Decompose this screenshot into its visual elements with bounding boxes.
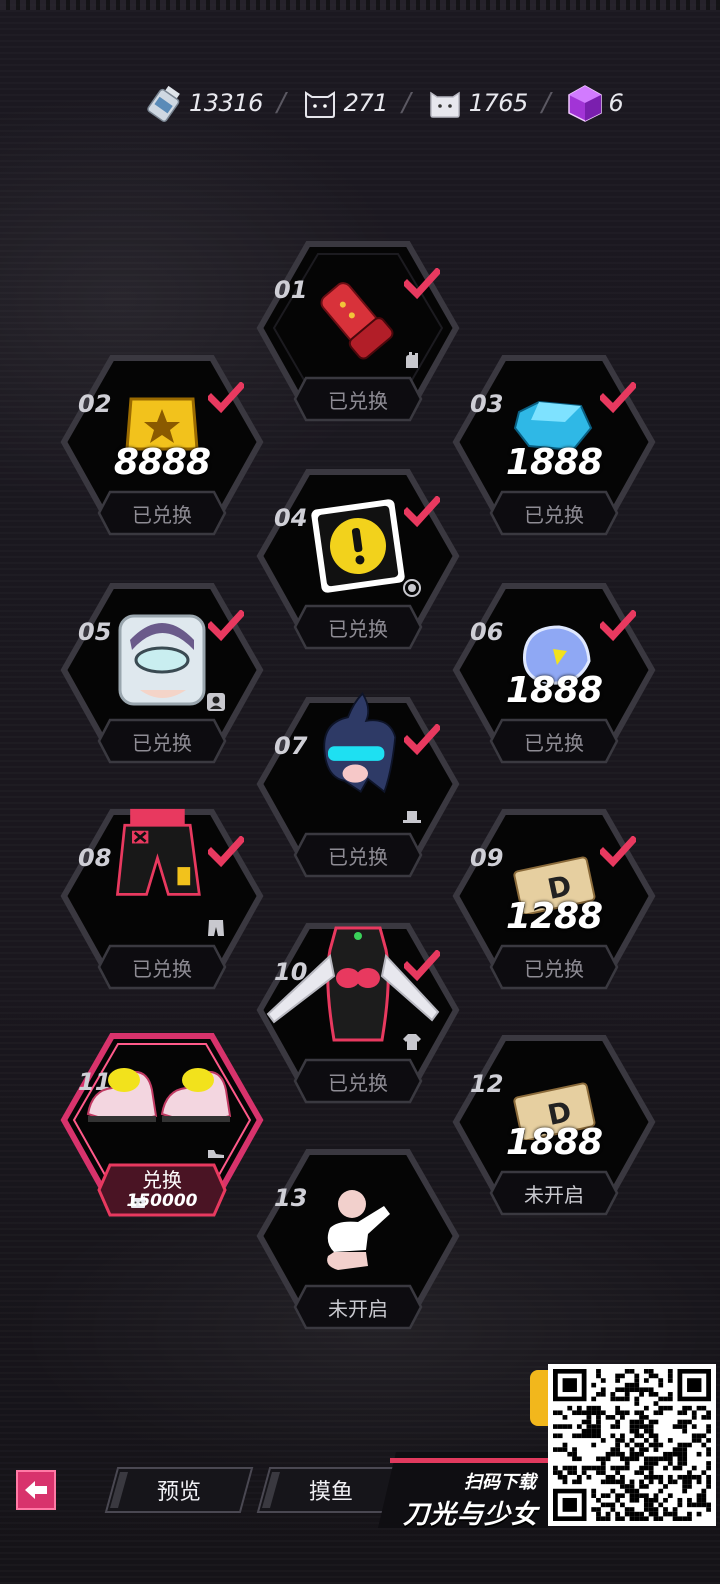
reward-tile-02[interactable]: 02 8888 已兑换 xyxy=(60,352,264,548)
currency-bar: 13316 / 271 / 1765 / 6 xyxy=(145,78,624,128)
status-label: 已兑换 xyxy=(96,943,228,991)
redeem-cost-value: 150000 xyxy=(126,1191,198,1211)
yellow-sneakers-icon xyxy=(82,1060,242,1140)
red-shorts-icon xyxy=(112,798,212,918)
bottle-currency-icon xyxy=(145,83,185,123)
status-label: 已兑换 xyxy=(292,1057,424,1105)
reward-quantity: 1888 xyxy=(505,1122,603,1163)
currency-white-cat: 1765 xyxy=(425,83,528,123)
avatar-portrait-icon xyxy=(112,610,212,710)
redeem-button[interactable]: 兑换 150000 xyxy=(96,1162,228,1218)
status-label: 已兑换 xyxy=(96,717,228,765)
tile-number: 08 xyxy=(78,844,112,872)
status-label: 未开启 xyxy=(292,1283,424,1331)
side-tab[interactable] xyxy=(530,1370,550,1426)
portrait-icon xyxy=(207,693,225,711)
shirt-icon xyxy=(403,1034,421,1050)
reward-tile-08[interactable]: 08 已兑换 xyxy=(60,806,264,1002)
reward-tile-04[interactable]: 04 已兑换 xyxy=(256,466,460,662)
blue-hair-visor-icon xyxy=(308,684,408,814)
exclamation-emote-icon xyxy=(308,496,408,596)
download-qr-code[interactable] xyxy=(548,1364,716,1526)
reward-tile-12[interactable]: 12 D 1888 未开启 xyxy=(452,1032,656,1228)
reward-tile-11[interactable]: 11 兑换 150000 xyxy=(60,1030,264,1226)
tile-number: 09 xyxy=(470,844,504,872)
tile-number: 05 xyxy=(78,618,112,646)
status-label: 未开启 xyxy=(488,1169,620,1217)
hat-icon xyxy=(403,811,421,823)
back-arrow-icon xyxy=(25,1481,47,1499)
currency-separator: / xyxy=(541,88,551,118)
tile-number: 04 xyxy=(274,504,308,532)
dark-cat-token-value: 271 xyxy=(343,89,389,117)
scan-download-text: 扫码下载 xyxy=(464,1472,536,1493)
currency-purple-cube: 6 xyxy=(565,83,624,123)
check-icon xyxy=(600,836,636,868)
preview-label: 预览 xyxy=(156,1480,201,1505)
promo-stripe xyxy=(390,1458,548,1463)
tile-number: 13 xyxy=(274,1184,308,1212)
check-icon xyxy=(208,382,244,414)
tile-number: 06 xyxy=(470,618,504,646)
tile-number: 07 xyxy=(274,732,308,760)
fish-label: 摸鱼 xyxy=(308,1480,353,1505)
purple-cube-value: 6 xyxy=(608,89,624,117)
reward-quantity: 1888 xyxy=(505,670,603,711)
target-icon xyxy=(403,579,421,597)
currency-separator: / xyxy=(401,88,411,118)
reward-quantity: 8888 xyxy=(113,442,211,483)
status-label: 已兑换 xyxy=(292,603,424,651)
glove-icon xyxy=(406,352,418,368)
currency-bottle: 13316 xyxy=(145,83,263,123)
shoe-icon xyxy=(208,1150,224,1158)
game-name-text: 刀光与少女 xyxy=(402,1500,538,1530)
dark-cat-token-icon xyxy=(300,83,340,123)
black-top-icon xyxy=(262,920,454,1044)
status-label: 已兑换 xyxy=(488,717,620,765)
red-gauntlet-icon xyxy=(308,268,408,368)
currency-separator: / xyxy=(276,88,286,118)
reward-tile-03[interactable]: 03 1888 已兑换 xyxy=(452,352,656,548)
reward-tile-07[interactable]: 07 已兑换 xyxy=(256,692,460,890)
reward-tile-05[interactable]: 05 已兑换 xyxy=(60,580,264,776)
status-label: 已兑换 xyxy=(488,489,620,537)
tile-number: 12 xyxy=(470,1070,504,1098)
tile-number: 02 xyxy=(78,390,112,418)
bottle-currency-value: 13316 xyxy=(189,89,263,117)
back-button[interactable] xyxy=(16,1470,56,1510)
status-label: 已兑换 xyxy=(488,943,620,991)
purple-cube-icon xyxy=(565,83,605,123)
check-icon xyxy=(404,496,440,528)
white-cat-token-icon xyxy=(425,83,465,123)
currency-dark-cat: 271 xyxy=(300,83,388,123)
download-promo[interactable]: 扫码下载 刀光与少女 xyxy=(378,1450,548,1530)
pants-icon xyxy=(208,920,224,936)
check-icon xyxy=(600,610,636,642)
reward-quantity: 1288 xyxy=(505,896,603,937)
tile-number: 01 xyxy=(274,276,308,304)
tile-number: 03 xyxy=(470,390,504,418)
reward-tile-13[interactable]: 13 未开启 xyxy=(256,1146,460,1342)
top-border xyxy=(0,0,720,10)
check-icon xyxy=(208,610,244,642)
check-icon xyxy=(600,382,636,414)
check-icon xyxy=(208,836,244,868)
preview-button[interactable]: 预览 xyxy=(104,1466,254,1514)
status-label: 已兑换 xyxy=(96,489,228,537)
reward-tile-10[interactable]: 10 已兑换 xyxy=(256,920,460,1116)
redeem-cost: 150000 xyxy=(127,1191,198,1211)
status-label: 已兑换 xyxy=(292,375,424,423)
check-icon xyxy=(404,268,440,300)
redeem-label: 兑换 xyxy=(142,1168,182,1192)
reward-tile-01[interactable]: 01 已兑换 xyxy=(256,238,460,434)
reward-tile-06[interactable]: 06 1888 已兑换 xyxy=(452,580,656,776)
status-label: 已兑换 xyxy=(292,831,424,879)
reward-quantity: 1888 xyxy=(505,442,603,483)
reward-tile-09[interactable]: 09 D 1288 已兑换 xyxy=(452,806,656,1002)
check-icon xyxy=(404,724,440,756)
white-cat-token-value: 1765 xyxy=(468,89,529,117)
pointing-emote-icon xyxy=(308,1176,408,1276)
